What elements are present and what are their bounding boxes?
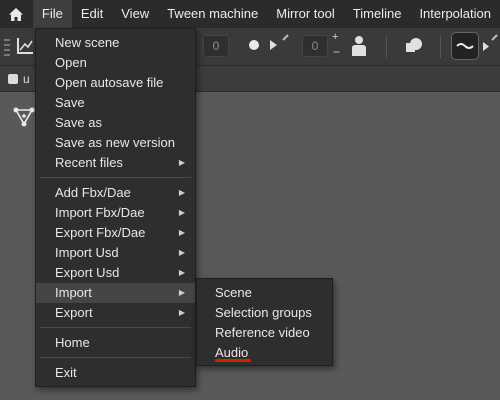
submenu-arrow-icon: ▶	[178, 288, 185, 297]
menu-separator	[40, 357, 191, 358]
file-menu: New scene Open Open autosave file Save S…	[35, 28, 196, 387]
submenu-item-selection-groups[interactable]: Selection groups	[197, 303, 332, 323]
menu-item-label: Save as	[55, 115, 102, 130]
curve-dropdown-arrow-icon[interactable]	[483, 42, 489, 51]
home-icon	[9, 7, 24, 21]
audio-highlight-underline	[215, 359, 251, 362]
menu-item-label: Open autosave file	[55, 75, 164, 90]
menu-item-label: Import Usd	[55, 245, 119, 260]
menu-item-label: Export Usd	[55, 265, 120, 280]
value-field-2[interactable]: 0	[302, 35, 328, 57]
submenu-arrow-icon: ▶	[178, 308, 185, 317]
submenu-item-label: Selection groups	[215, 305, 312, 320]
value-field-1[interactable]: 0	[203, 35, 229, 57]
submenu-arrow-icon: ▶	[178, 248, 185, 257]
menu-item-label: Export Fbx/Dae	[55, 225, 146, 240]
menu-item-label: Add Fbx/Dae	[55, 185, 131, 200]
menu-item-recent-files[interactable]: Recent files ▶	[36, 153, 195, 173]
keyframe-dot-icon[interactable]	[248, 39, 260, 51]
grip-handle-icon[interactable]	[4, 38, 10, 56]
menu-item-label: Recent files	[55, 155, 123, 170]
submenu-item-reference-video[interactable]: Reference video	[197, 323, 332, 343]
menu-item-label: New scene	[55, 35, 120, 50]
menu-item-label: Save	[55, 95, 85, 110]
pin-icon[interactable]	[281, 32, 291, 42]
menu-edit[interactable]: Edit	[72, 0, 112, 28]
menu-tween-machine[interactable]: Tween machine	[158, 0, 267, 28]
submenu-arrow-icon: ▶	[178, 188, 185, 197]
menu-timeline[interactable]: Timeline	[344, 0, 411, 28]
menu-item-import-usd[interactable]: Import Usd ▶	[36, 243, 195, 263]
submenu-item-scene[interactable]: Scene	[197, 283, 332, 303]
character-icon[interactable]	[350, 35, 368, 57]
menu-item-label: Home	[55, 335, 90, 350]
menu-item-save-as-new-version[interactable]: Save as new version	[36, 133, 195, 153]
submenu-item-label: Scene	[215, 285, 252, 300]
menu-item-import-fbx-dae[interactable]: Import Fbx/Dae ▶	[36, 203, 195, 223]
menu-item-export-usd[interactable]: Export Usd ▶	[36, 263, 195, 283]
tab-square-icon	[8, 74, 18, 84]
home-button[interactable]	[0, 0, 33, 28]
menu-item-home[interactable]: Home	[36, 333, 195, 353]
shape-blend-icon[interactable]	[405, 37, 423, 55]
play-arrow-icon[interactable]	[270, 40, 277, 50]
menu-item-label: Open	[55, 55, 87, 70]
minus-icon[interactable]: −	[333, 45, 340, 59]
menu-bar: File Edit View Tween machine Mirror tool…	[0, 0, 500, 28]
curve-mode-button[interactable]	[451, 32, 479, 60]
menu-separator	[40, 327, 191, 328]
wave-curve-icon	[456, 43, 474, 49]
menu-item-open-autosave[interactable]: Open autosave file	[36, 73, 195, 93]
menu-item-label: Import Fbx/Dae	[55, 205, 145, 220]
submenu-item-label: Audio	[215, 345, 249, 360]
submenu-arrow-icon: ▶	[178, 158, 185, 167]
menu-item-new-scene[interactable]: New scene	[36, 33, 195, 53]
menu-item-label: Exit	[55, 365, 77, 380]
menu-item-label: Import	[55, 285, 92, 300]
import-submenu: Scene Selection groups Reference video A…	[196, 278, 333, 366]
menu-item-label: Export	[55, 305, 93, 320]
menu-item-save[interactable]: Save	[36, 93, 195, 113]
menu-mirror-tool[interactable]: Mirror tool	[267, 0, 344, 28]
tab-label: u	[23, 72, 30, 86]
menu-item-export[interactable]: Export ▶	[36, 303, 195, 323]
menu-interpolation[interactable]: Interpolation	[410, 0, 500, 28]
submenu-arrow-icon: ▶	[178, 268, 185, 277]
menu-item-label: Save as new version	[55, 135, 175, 150]
menu-file[interactable]: File	[32, 0, 72, 28]
menu-item-add-fbx-dae[interactable]: Add Fbx/Dae ▶	[36, 183, 195, 203]
plus-icon[interactable]: +	[332, 31, 338, 43]
toolbar-divider	[440, 36, 441, 58]
menu-item-save-as[interactable]: Save as	[36, 113, 195, 133]
node-graph-icon[interactable]	[13, 107, 35, 127]
menu-separator	[40, 177, 191, 178]
toolbar-divider	[386, 36, 387, 58]
submenu-arrow-icon: ▶	[178, 208, 185, 217]
submenu-arrow-icon: ▶	[178, 228, 185, 237]
menu-item-open[interactable]: Open	[36, 53, 195, 73]
menu-item-exit[interactable]: Exit	[36, 363, 195, 383]
menu-view[interactable]: View	[112, 0, 158, 28]
submenu-item-label: Reference video	[215, 325, 310, 340]
pin-icon[interactable]	[490, 32, 500, 42]
menu-item-import[interactable]: Import ▶	[36, 283, 195, 303]
graph-axis-icon[interactable]	[15, 36, 35, 56]
menu-item-export-fbx-dae[interactable]: Export Fbx/Dae ▶	[36, 223, 195, 243]
